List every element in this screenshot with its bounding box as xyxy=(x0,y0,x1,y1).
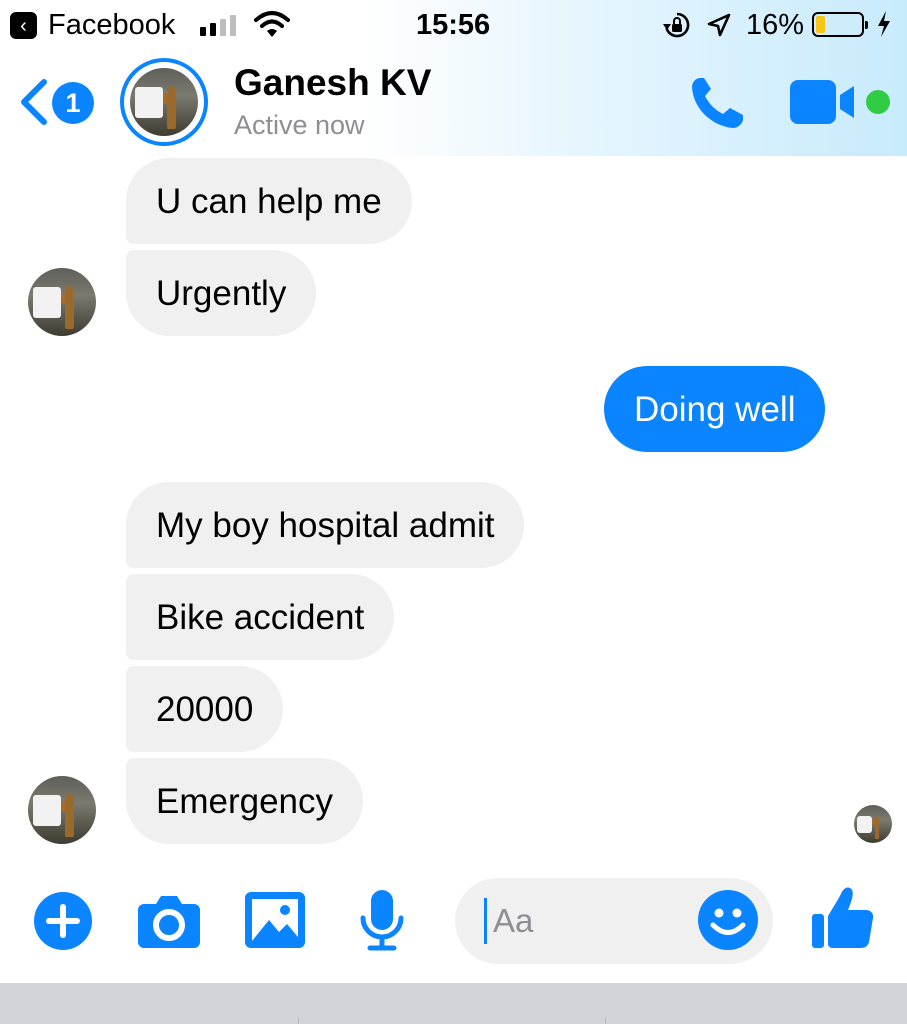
message-text: Emergency xyxy=(156,781,334,821)
charging-bolt-icon xyxy=(878,11,890,37)
keyboard-top-edge xyxy=(0,983,907,1024)
message-text: Bike accident xyxy=(156,597,365,637)
message-text: My boy hospital admit xyxy=(156,505,495,545)
wifi-icon xyxy=(254,11,290,37)
text-cursor xyxy=(484,898,487,944)
phone-icon[interactable] xyxy=(686,74,748,132)
battery-percent: 16% xyxy=(746,9,805,41)
video-call-icon[interactable] xyxy=(790,80,856,124)
back-to-app-icon[interactable]: ‹ xyxy=(10,12,37,39)
battery-icon xyxy=(812,12,868,37)
contact-avatar[interactable] xyxy=(120,58,208,146)
microphone-icon[interactable] xyxy=(358,890,406,952)
emoji-icon[interactable] xyxy=(698,890,758,950)
contact-status: Active now xyxy=(234,110,365,140)
back-to-app-label[interactable]: Facebook xyxy=(48,9,175,42)
seen-receipt-avatar xyxy=(854,805,892,843)
sender-avatar[interactable] xyxy=(28,268,96,336)
message-input[interactable] xyxy=(491,896,695,946)
status-bar: ‹ Facebook 15:56 16% xyxy=(0,0,907,50)
message-outgoing[interactable]: Doing well xyxy=(604,366,826,452)
clock: 15:56 xyxy=(416,9,491,41)
sender-avatar[interactable] xyxy=(28,776,96,844)
message-text: Urgently xyxy=(156,273,287,313)
message-incoming[interactable]: Emergency xyxy=(126,758,364,844)
camera-icon[interactable] xyxy=(138,892,200,948)
message-incoming[interactable]: My boy hospital admit xyxy=(126,482,525,568)
like-icon[interactable] xyxy=(812,886,874,950)
message-text: 20000 xyxy=(156,689,254,729)
message-text: Doing well xyxy=(634,389,796,429)
back-chevron-icon[interactable] xyxy=(18,78,50,126)
unread-badge[interactable]: 1 xyxy=(52,82,94,124)
message-incoming[interactable]: 20000 xyxy=(126,666,284,752)
image-icon[interactable] xyxy=(245,892,305,948)
online-indicator xyxy=(866,90,890,114)
message-incoming[interactable]: Bike accident xyxy=(126,574,395,660)
rotation-lock-icon xyxy=(663,12,690,38)
signal-icon xyxy=(200,14,240,36)
message-text: U can help me xyxy=(156,181,382,221)
location-icon xyxy=(707,13,731,37)
contact-name[interactable]: Ganesh KV xyxy=(234,62,431,104)
add-icon[interactable] xyxy=(34,892,92,950)
message-incoming[interactable]: U can help me xyxy=(126,158,412,244)
avatar-photo xyxy=(130,68,198,136)
message-incoming[interactable]: Urgently xyxy=(126,250,317,336)
